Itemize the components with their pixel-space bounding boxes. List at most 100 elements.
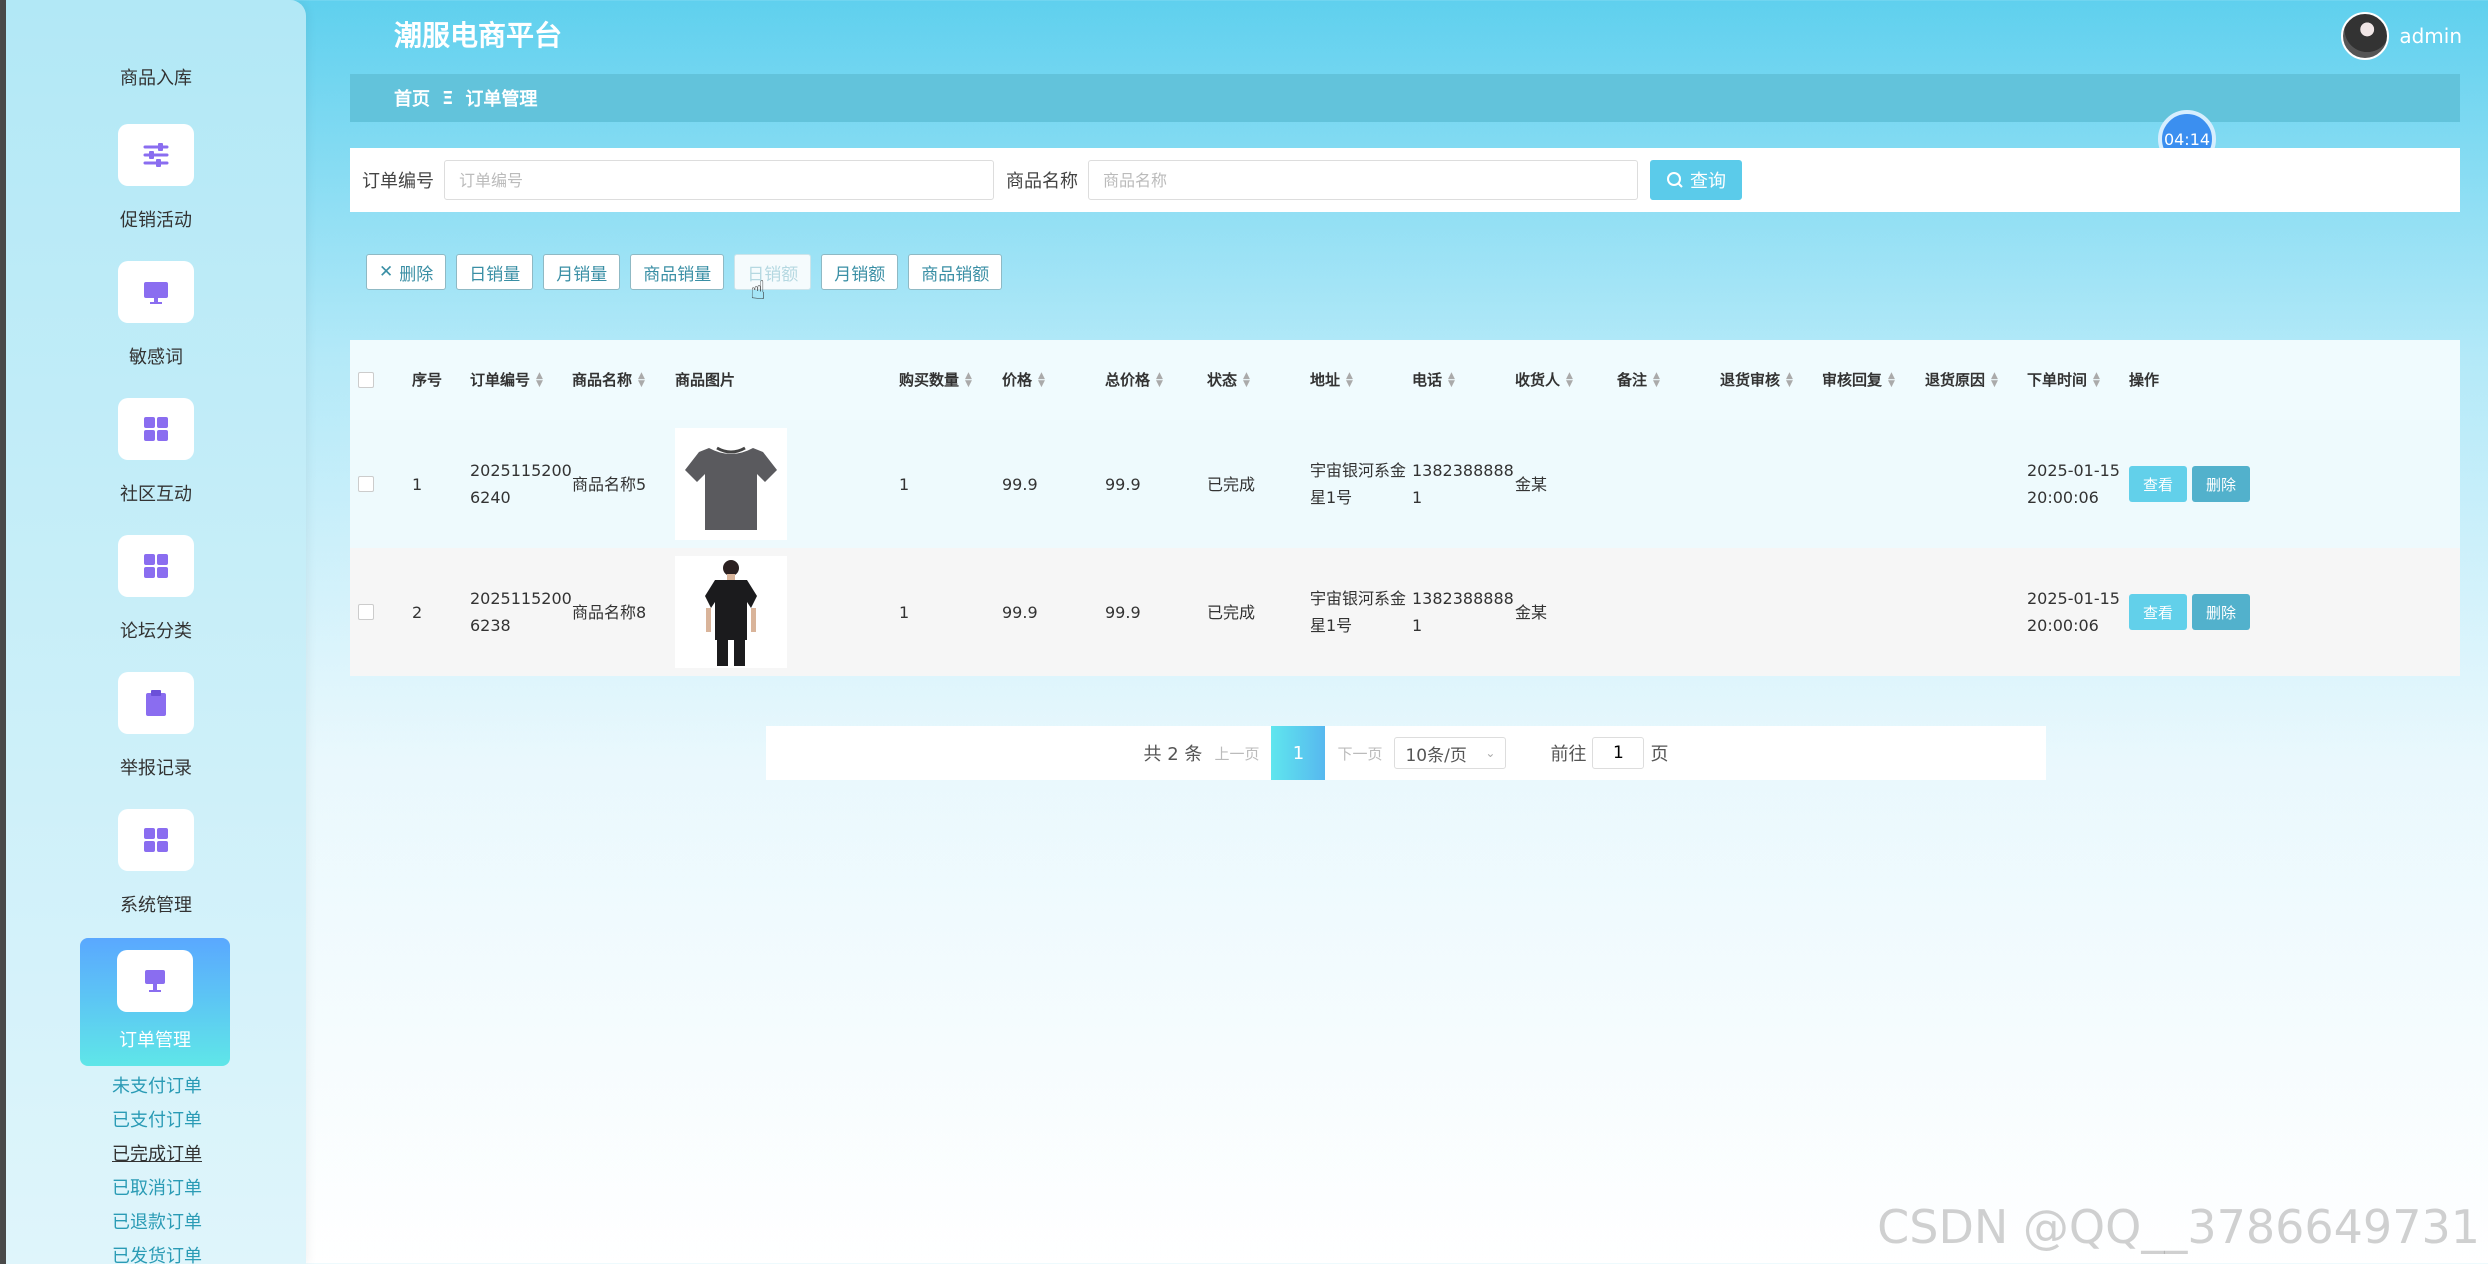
product-sales-amount-button[interactable]: 商品销额 (908, 254, 1003, 290)
page-size-value: 10条/页 (1405, 745, 1467, 766)
sliders-icon (118, 124, 194, 186)
monitor-icon (118, 261, 194, 323)
product-sales-volume-button[interactable]: 商品销量 (630, 254, 725, 290)
cell-address: 宇宙银河系金 星1号 (1310, 589, 1407, 635)
prev-page-button[interactable]: 上一页 (1214, 743, 1259, 764)
col-header[interactable]: 购买数量 ▲ ▼ (899, 340, 972, 420)
sort-icon: ▲ ▼ (1038, 371, 1045, 389)
product-image[interactable] (675, 556, 787, 668)
col-header[interactable]: 状态 ▲ ▼ (1207, 340, 1250, 420)
col-header[interactable]: 备注 ▲ ▼ (1617, 340, 1660, 420)
submenu-paid[interactable]: 已支付订单 (112, 1104, 202, 1138)
row-checkbox[interactable] (358, 476, 374, 492)
avatar[interactable] (2341, 12, 2390, 60)
sidebar-item-reports[interactable]: 举报记录 (6, 672, 306, 800)
col-header[interactable]: 地址 ▲ ▼ (1310, 340, 1353, 420)
cell-product-name: 商品名称5 (572, 474, 647, 494)
col-header[interactable]: 退货审核 ▲ ▼ (1720, 340, 1793, 420)
sort-icon: ▲ ▼ (1156, 371, 1163, 389)
daily-sales-amount-button[interactable]: 日销额 (734, 254, 812, 290)
sidebar-item-system[interactable]: 系统管理 (6, 809, 306, 937)
row-checkbox[interactable] (358, 604, 374, 620)
table-row: 2 2025115200 6238 商品名称8 1 99.9 99.9 已完成 … (350, 548, 2460, 676)
sort-icon: ▲ ▼ (1346, 371, 1353, 389)
submenu-refunded[interactable]: 已退款订单 (112, 1206, 202, 1240)
order-id-label: 订单编号 (362, 171, 434, 192)
cell-qty: 1 (899, 602, 910, 622)
batch-delete-button[interactable]: ✕ 删除 (366, 254, 447, 290)
search-button[interactable]: 查询 (1650, 160, 1742, 200)
col-header[interactable]: 商品名称 ▲ ▼ (572, 340, 645, 420)
order-id-input[interactable] (444, 160, 994, 200)
breadcrumb-home[interactable]: 首页 (394, 85, 430, 111)
watermark: CSDN @QQ__3786649731 (1877, 1200, 2480, 1254)
cell-product-name: 商品名称8 (572, 602, 647, 622)
monthly-sales-amount-button[interactable]: 月销额 (821, 254, 899, 290)
orders-table: 序号 订单编号 ▲ ▼ 商品名称 ▲ ▼ 商品图片 购买数量 ▲ ▼ 价格 ▲ ▼ 总价格 ▲ ▼ … (350, 340, 2460, 676)
select-all-checkbox[interactable] (358, 372, 374, 388)
cell-no: 2 (412, 602, 423, 622)
product-name-input[interactable] (1088, 160, 1638, 200)
user-menu[interactable]: admin (2341, 12, 2462, 60)
board-icon (117, 950, 193, 1012)
batch-delete-label: 删除 (399, 264, 434, 285)
cell-total: 99.9 (1105, 602, 1141, 622)
cell-order-id: 2025115200 6240 (470, 461, 572, 507)
sidebar-item-label: 促销活动 (120, 210, 192, 231)
next-page-button[interactable]: 下一页 (1337, 743, 1382, 764)
sidebar-item-label: 论坛分类 (120, 621, 192, 642)
sort-icon: ▲ ▼ (1786, 371, 1793, 389)
sidebar-item-forum-category[interactable]: 论坛分类 (6, 535, 306, 663)
cell-price: 99.9 (1002, 474, 1038, 494)
product-image[interactable] (675, 428, 787, 540)
goto-page-input[interactable] (1592, 737, 1645, 769)
cell-phone: 1382388888 1 (1412, 589, 1514, 635)
col-header[interactable]: 电话 ▲ ▼ (1412, 340, 1455, 420)
col-header: 操作 (2129, 370, 2160, 389)
col-header[interactable]: 总价格 ▲ ▼ (1105, 340, 1163, 420)
submenu-shipped[interactable]: 已发货订单 (112, 1240, 202, 1264)
sort-icon: ▲ ▼ (1991, 371, 1998, 389)
cell-order-id: 2025115200 6238 (470, 589, 572, 635)
cell-status: 已完成 (1207, 474, 1256, 494)
col-header[interactable]: 退货原因 ▲ ▼ (1925, 340, 1998, 420)
monthly-sales-volume-button[interactable]: 月销量 (543, 254, 621, 290)
col-header: 序号 (412, 370, 443, 389)
page-size-select[interactable]: 10条/页 ⌄ (1394, 737, 1507, 769)
submenu-unpaid[interactable]: 未支付订单 (112, 1070, 202, 1104)
sidebar-item-order-management[interactable]: 订单管理 (80, 938, 230, 1066)
col-header[interactable]: 价格 ▲ ▼ (1002, 340, 1045, 420)
sidebar-item-label: 系统管理 (120, 895, 192, 916)
grid-icon (118, 809, 194, 871)
submenu-completed[interactable]: 已完成订单 (112, 1138, 202, 1172)
table-header: 序号 订单编号 ▲ ▼ 商品名称 ▲ ▼ 商品图片 购买数量 ▲ ▼ 价格 ▲ ▼ 总价格 ▲ ▼ … (350, 340, 2460, 420)
sidebar-item-product-stock[interactable]: 商品入库 (6, 64, 306, 90)
cell-total: 99.9 (1105, 474, 1141, 494)
col-header[interactable]: 下单时间 ▲ ▼ (2027, 340, 2100, 420)
submenu-cancelled[interactable]: 已取消订单 (112, 1172, 202, 1206)
pagination: 共 2 条 上一页 1 下一页 10条/页 ⌄ 前往 页 (766, 726, 2046, 780)
breadcrumb-current: 订单管理 (465, 89, 538, 110)
grid-icon (118, 398, 194, 460)
col-header[interactable]: 审核回复 ▲ ▼ (1822, 340, 1895, 420)
sidebar-item-community[interactable]: 社区互动 (6, 398, 306, 526)
sort-icon: ▲ ▼ (536, 371, 543, 389)
view-button[interactable]: 查看 (2129, 594, 2188, 630)
view-button[interactable]: 查看 (2129, 466, 2188, 502)
col-header[interactable]: 收货人 ▲ ▼ (1515, 340, 1573, 420)
sort-icon: ▲ ▼ (1566, 371, 1573, 389)
goto-unit: 页 (1650, 744, 1669, 765)
search-icon (1667, 172, 1683, 188)
sidebar-item-promotion[interactable]: 促销活动 (6, 124, 306, 252)
close-icon: ✕ (379, 262, 394, 282)
sort-icon: ▲ ▼ (2093, 371, 2100, 389)
sidebar-item-sensitive-words[interactable]: 敏感词 (6, 261, 306, 389)
col-header[interactable]: 订单编号 ▲ ▼ (470, 340, 543, 420)
delete-button[interactable]: 删除 (2192, 594, 2251, 630)
delete-button[interactable]: 删除 (2192, 466, 2251, 502)
daily-sales-volume-button[interactable]: 日销量 (456, 254, 534, 290)
search-bar: 订单编号 商品名称 查询 (350, 148, 2460, 212)
page-number-current[interactable]: 1 (1271, 726, 1326, 780)
cell-receiver: 金某 (1515, 602, 1548, 622)
cell-receiver: 金某 (1515, 474, 1548, 494)
